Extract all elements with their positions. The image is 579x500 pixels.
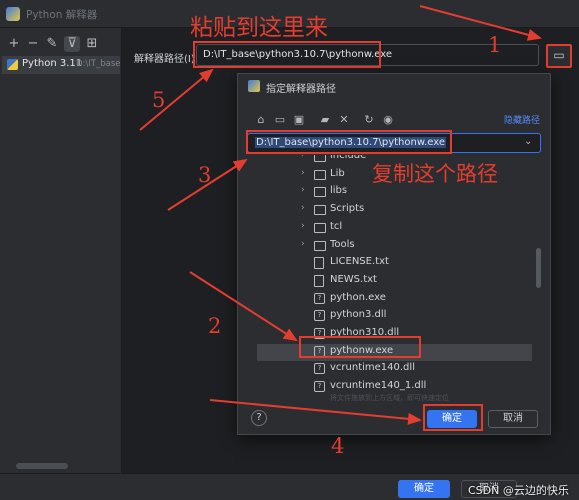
chevron-down-icon[interactable]: ⌄ [524,136,532,147]
ok-button[interactable]: 确定 [398,480,450,498]
file-tree-row[interactable]: ? python3.dll [238,308,538,325]
chevron-right-icon[interactable]: › [301,185,305,195]
text-file-icon [314,274,324,287]
folder-icon: ▭ [553,48,565,62]
file-chooser-cancel-button[interactable]: 取消 [488,410,538,428]
binary-file-icon: ? [314,381,325,393]
file-tree-row[interactable]: NEWS.txt [238,273,538,290]
chevron-right-icon[interactable]: › [301,168,305,178]
annotation-box-ok [423,404,483,431]
file-tree-row[interactable]: ? vcruntime140.dll [238,361,538,378]
new-folder-icon[interactable]: ▰ [318,113,332,127]
annotation-copy-path: 复制这个路径 [372,162,498,186]
file-tree: › include › Lib › libs › Scripts › tcl › Tools LICEN… [238,155,538,395]
file-tree-label: vcruntime140_1.dll [330,380,427,392]
file-tree-label: Tools [330,238,355,250]
folder-icon [314,187,326,198]
refresh-icon[interactable]: ↻ [362,113,376,127]
file-tree-row[interactable]: › Scripts [238,202,538,219]
interpreter-path-label: 解释器路径(I): [134,54,199,65]
interpreter-name: Python 3.11 [22,58,83,69]
file-tree-label: Lib [330,167,345,179]
interpreter-list-item[interactable]: Python 3.11 D:\IT_base\ [2,56,120,74]
file-tree-label: python.exe [330,291,386,303]
chevron-right-icon[interactable]: › [301,239,305,249]
pycharm-icon [6,7,20,21]
annotation-step-3: 3 [198,163,212,187]
add-icon[interactable]: + [6,36,22,52]
file-tree-label: vcruntime140.dll [330,362,415,374]
binary-file-icon: ? [314,310,325,322]
annotation-box-paste [193,41,381,68]
hide-path-link[interactable]: 隐藏路径 [504,113,540,126]
folder-icon [314,222,326,233]
file-tree-label: libs [330,185,348,197]
chevron-right-icon[interactable]: › [301,203,305,213]
browse-folder-button[interactable]: ▭ [546,44,572,68]
annotation-step-2: 2 [208,314,222,338]
annotation-paste-here: 粘贴到这里来 [190,15,328,41]
pycharm-icon [248,80,260,92]
file-tree-label: NEWS.txt [330,273,377,285]
folder-icon [314,169,326,180]
interpreter-sidebar [0,28,122,500]
annotation-box-copy [246,130,452,154]
file-tree-scrollbar[interactable] [536,248,541,288]
file-tree-label: python3.dll [330,309,387,321]
file-tree-label: LICENSE.txt [330,256,389,268]
tree-view-icon[interactable]: ⊞ [84,36,100,52]
file-tree-label: Scripts [330,203,365,215]
show-hidden-icon[interactable]: ◉ [381,113,395,127]
python-icon [7,59,18,70]
annotation-box-select [299,336,421,358]
home-icon[interactable]: ⌂ [254,113,268,127]
desktop-icon[interactable]: ▭ [273,113,287,127]
edit-icon[interactable]: ✎ [44,36,60,52]
chevron-right-icon[interactable]: › [301,155,305,160]
text-file-icon [314,257,324,270]
annotation-step-5: 5 [152,88,166,112]
file-tree-row[interactable]: ? python.exe [238,291,538,308]
project-icon[interactable]: ▣ [292,113,306,127]
file-chooser-title: 指定解释器路径 [266,84,336,95]
filter-icon[interactable]: ⊽ [64,36,80,52]
folder-icon [314,155,326,162]
file-tree-row[interactable]: LICENSE.txt [238,255,538,272]
annotation-step-4: 4 [331,434,345,458]
sidebar-scrollbar[interactable] [16,463,68,469]
binary-file-icon: ? [314,363,325,375]
folder-icon [314,205,326,216]
delete-icon[interactable]: ✕ [337,113,351,127]
binary-file-icon: ? [314,292,325,304]
file-tree-row[interactable]: › tcl [238,220,538,237]
file-tree-row[interactable]: › Tools [238,238,538,255]
drag-drop-hint: 将文件拖放到上方区域，即可快速定位 [330,394,449,402]
window-title: Python 解释器 [26,9,98,21]
annotation-step-1: 1 [488,33,502,57]
watermark: CSDN @云边的快乐猫 [468,484,569,497]
help-button[interactable]: ? [251,410,267,426]
interpreter-path: D:\IT_base\ [76,59,120,69]
file-tree-label: tcl [330,220,343,232]
remove-icon[interactable]: − [25,36,41,52]
file-tree-label: include [330,155,367,161]
folder-icon [314,240,326,251]
chevron-right-icon[interactable]: › [301,221,305,231]
